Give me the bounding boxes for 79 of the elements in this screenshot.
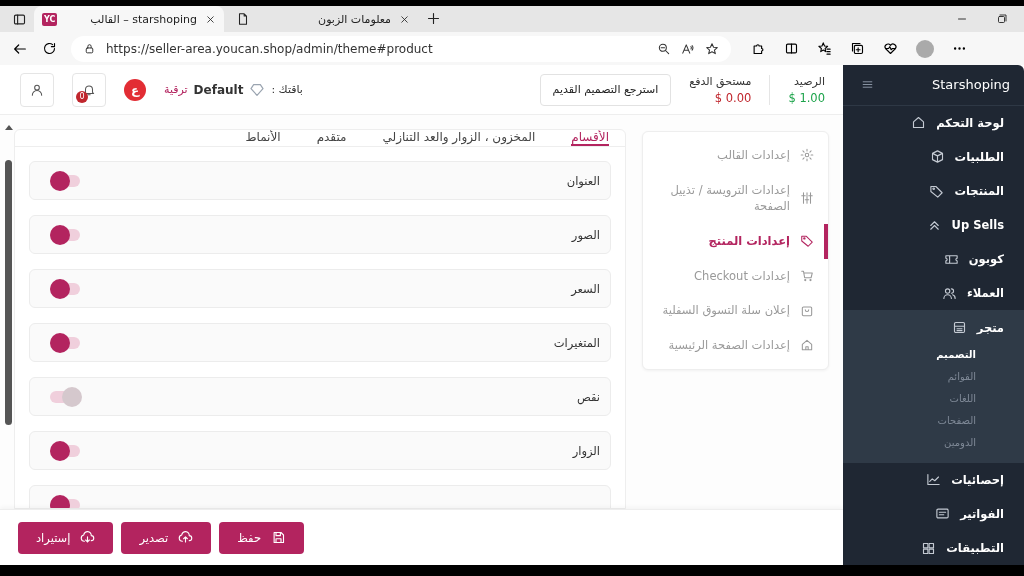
sidebar-item[interactable]: كوبون <box>843 242 1024 277</box>
cart-icon <box>800 269 814 283</box>
box-icon <box>929 149 945 165</box>
favicon: YC <box>42 12 58 26</box>
brand-name: Starshoping <box>932 77 1010 93</box>
tag-icon <box>929 183 945 199</box>
due-value: 0.00 $ <box>714 90 752 105</box>
store-icon <box>951 320 967 336</box>
notification-count: 0 <box>76 90 88 103</box>
settings-menu-item[interactable]: إعدادات المنتج <box>643 224 828 259</box>
sidebar-subitem[interactable]: التصميم <box>843 344 1024 367</box>
tab-title: القالب – starshoping <box>89 12 197 26</box>
sidebar-item[interactable]: الطلبيات <box>843 139 1024 174</box>
sidebar-item[interactable]: متجر <box>931 310 1024 345</box>
page-icon <box>236 12 250 26</box>
url-text: https://seller-area.youcan.shop/admin/theme#product <box>106 41 434 56</box>
tag-icon <box>800 234 814 249</box>
user-avatar[interactable]: ع <box>124 78 146 101</box>
section-label: العنوان <box>566 173 600 188</box>
tab[interactable]: المخزون ، الزوار والعد التنازلي <box>382 130 536 146</box>
due-label: مستحق الدفع <box>689 74 752 88</box>
section-label: نقص <box>576 389 600 404</box>
plan-name: Default <box>193 82 244 97</box>
address-bar[interactable]: https://seller-area.youcan.shop/admin/theme#product <box>71 35 731 62</box>
bell-icon <box>82 82 96 97</box>
reload-icon <box>42 41 57 56</box>
section-label: السعر <box>571 281 600 296</box>
plus-icon <box>426 11 441 26</box>
users-icon <box>941 285 957 301</box>
cloud-upload-icon <box>178 530 194 545</box>
footer-button[interactable]: تصدير <box>121 521 212 554</box>
zoom-out-icon <box>657 41 671 56</box>
sidebar-item[interactable]: العملاء <box>843 276 1024 311</box>
balance-value: 1.00 $ <box>788 90 825 105</box>
section-label: الزوار <box>572 443 600 458</box>
restore-icon <box>996 13 1008 25</box>
user-icon <box>30 82 44 97</box>
sliders-icon <box>800 191 814 206</box>
plan-label: باقتك : <box>271 83 303 96</box>
diamond-icon <box>249 81 266 98</box>
heart-pulse-icon <box>883 41 898 56</box>
tab[interactable]: الأنماط <box>245 130 281 146</box>
upgrade-link[interactable]: ترقية <box>164 83 188 96</box>
sidebar-item[interactable]: الفواتير <box>843 496 1024 531</box>
window-icon <box>11 11 27 27</box>
favorites-icon <box>817 41 832 56</box>
notifications-button[interactable]: 0 <box>72 72 106 107</box>
bag-icon <box>800 303 814 318</box>
account-button[interactable] <box>20 72 54 107</box>
tab-title: معلومات الزبون <box>317 12 391 26</box>
scrollbar-thumb[interactable] <box>5 160 12 425</box>
sidebar-item[interactable]: إحصائيات <box>843 462 1024 497</box>
sidebar-item[interactable]: لوحة التحكم <box>843 105 1024 140</box>
sidebar-item[interactable]: المنتجات <box>843 174 1024 209</box>
invoice-icon <box>935 506 951 522</box>
save-icon <box>271 530 287 545</box>
tab[interactable]: الأقسام <box>571 130 609 146</box>
sidebar-item[interactable]: التطبيقات <box>843 530 1024 566</box>
star-icon <box>705 41 719 56</box>
footer-button[interactable]: حفظ <box>219 521 305 554</box>
house-icon <box>911 115 927 131</box>
sidebar-item[interactable]: Up Sells <box>843 208 1024 243</box>
section-label: الصور <box>571 227 600 242</box>
restore-design-button[interactable]: استرجع التصميم القديم <box>539 73 672 106</box>
footer-button[interactable]: إستيراد <box>18 521 114 554</box>
close-icon <box>399 13 410 25</box>
lock-icon <box>83 42 96 55</box>
chart-line-icon <box>926 472 942 488</box>
grid-icon <box>921 540 937 556</box>
close-icon <box>205 13 216 25</box>
house-icon <box>800 338 814 353</box>
balance-label: الرصيد <box>794 74 825 88</box>
read-aloud-icon <box>681 41 695 56</box>
cloud-download-icon <box>80 530 96 545</box>
tab[interactable]: متقدم <box>316 130 347 146</box>
section-label: المتغيرات <box>553 335 600 350</box>
split-screen-icon <box>784 41 799 56</box>
browser-tab[interactable]: معلومات الزبون <box>228 6 418 32</box>
collections-icon <box>850 41 865 56</box>
